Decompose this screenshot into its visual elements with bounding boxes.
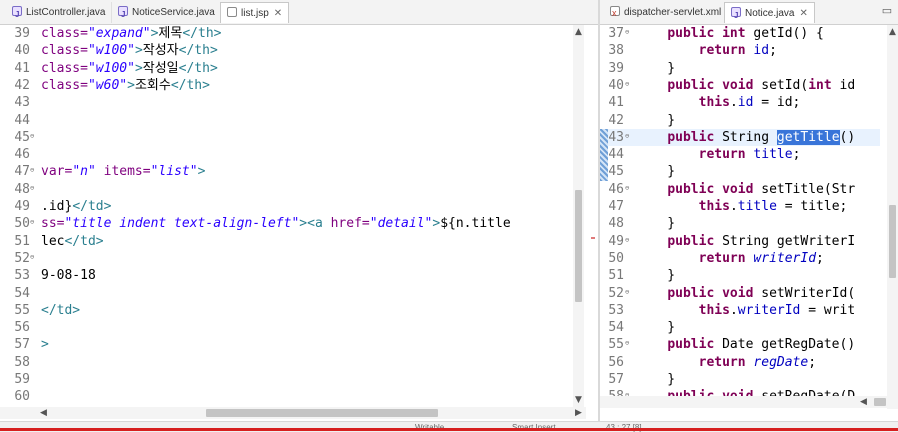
minimize-icon[interactable]: ▭ (880, 2, 894, 20)
fold-icon[interactable]: ⊖ (30, 214, 39, 231)
scroll-down-icon[interactable]: ▼ (575, 395, 582, 405)
java-file-icon (118, 4, 128, 25)
occurrence-marker (600, 129, 608, 181)
right-code-area[interactable]: 37 ⊖ public int getId() { 38 return id; 3… (600, 25, 898, 409)
fold-icon[interactable]: ⊖ (625, 335, 634, 352)
fold-icon[interactable]: ⊖ (625, 128, 634, 145)
tab-notice-java[interactable]: Notice.java✕ (724, 2, 815, 26)
fold-icon[interactable]: ⊖ (30, 162, 39, 179)
java-file-icon (12, 4, 22, 25)
java-file-icon (731, 5, 741, 26)
tab-notice-service-java[interactable]: NoticeService.java (112, 2, 222, 25)
fold-icon[interactable]: ⊖ (625, 76, 634, 93)
overview-ruler-marker[interactable] (591, 237, 595, 239)
left-horizontal-scrollbar[interactable]: ◀ ▶ (0, 407, 586, 419)
tab-dispatcher-servlet-xml[interactable]: dispatcher-servlet.xml (604, 2, 729, 24)
left-editor-tabbar: ListController.java NoticeService.java l… (0, 0, 598, 25)
right-horizontal-scrollbar[interactable]: ◀ (600, 396, 898, 408)
left-editor-pane: ListController.java NoticeService.java l… (0, 0, 598, 431)
xml-file-icon (610, 3, 620, 24)
fold-icon[interactable]: ⊖ (625, 232, 634, 249)
fold-icon[interactable]: ⊖ (30, 249, 39, 266)
fold-icon[interactable]: ⊖ (30, 180, 39, 197)
fold-icon[interactable]: ⊖ (625, 25, 634, 41)
jsp-file-icon (227, 7, 237, 17)
scroll-left-icon[interactable]: ◀ (40, 408, 47, 418)
left-vertical-scroll-thumb[interactable] (575, 190, 582, 302)
right-vertical-scrollbar[interactable]: ▲ (887, 25, 898, 409)
scroll-left-icon[interactable]: ◀ (860, 397, 867, 407)
right-editor-tabbar: dispatcher-servlet.xml Notice.java✕ ▭ (600, 0, 898, 26)
tab-list-controller-java[interactable]: ListController.java (6, 2, 113, 25)
left-code-area[interactable]: 39 class="expand">제목</th> 40 class="w100">… (0, 25, 598, 409)
tab-list-jsp[interactable]: list.jsp ✕ (220, 2, 290, 23)
close-tab-icon[interactable]: ✕ (274, 8, 282, 19)
fold-icon[interactable]: ⊖ (625, 180, 634, 197)
left-vertical-scrollbar[interactable]: ▲ ▼ (573, 25, 584, 407)
scroll-right-icon[interactable]: ▶ (575, 408, 582, 418)
code-line-current: 43 ⊖ public String getTitle() (600, 128, 880, 147)
fold-icon[interactable]: ⊖ (625, 284, 634, 301)
right-vertical-scroll-thumb[interactable] (889, 205, 896, 278)
fold-icon[interactable]: ⊖ (30, 128, 39, 145)
left-horizontal-scroll-thumb[interactable] (206, 409, 438, 417)
scroll-up-icon[interactable]: ▲ (575, 27, 582, 37)
right-horizontal-scroll-thumb[interactable] (874, 398, 886, 406)
close-tab-icon[interactable]: ✕ (799, 8, 807, 19)
right-editor-pane: dispatcher-servlet.xml Notice.java✕ ▭ 37… (600, 0, 898, 431)
scroll-up-icon[interactable]: ▲ (889, 27, 896, 37)
